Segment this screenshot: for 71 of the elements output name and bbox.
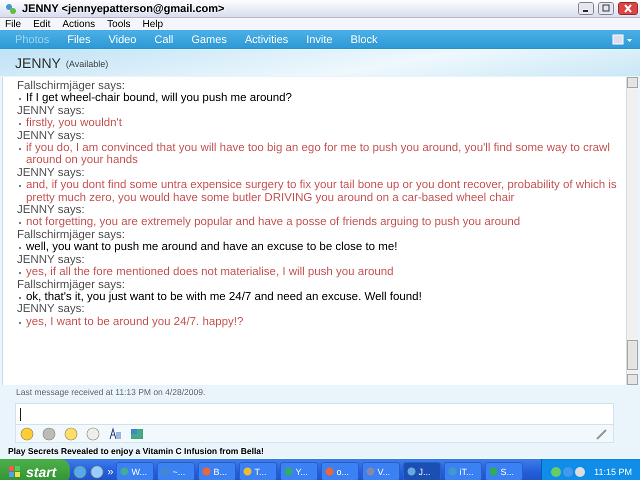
toolbar-button[interactable]: Activities <box>236 34 298 46</box>
taskbar-button[interactable]: iT... <box>444 462 482 480</box>
sender-label: JENNY says: <box>17 303 86 316</box>
sender-label: JENNY says: <box>17 166 86 180</box>
messenger-icon <box>4 2 18 16</box>
contact-name: JENNY <box>15 54 61 70</box>
message-text: not forgetting, you are extremely popular and have a posse of friends arguing to push you around <box>26 216 520 229</box>
sender-label: JENNY says: <box>17 104 86 118</box>
app-icon <box>202 467 212 476</box>
toolbar-button[interactable]: Block <box>342 34 386 46</box>
scrollbar[interactable] <box>626 77 638 385</box>
windows-logo-icon <box>8 464 22 478</box>
app-icon <box>243 467 252 476</box>
sender-label: Fallschirmjäger says: <box>17 80 126 92</box>
sender-label: JENNY says: <box>17 254 86 266</box>
sender-label: JENNY says: <box>17 204 85 216</box>
message-text: firstly, you wouldn't <box>26 117 122 130</box>
toolbar-button[interactable]: Video <box>99 34 146 46</box>
taskbar-button[interactable]: W... <box>116 462 154 480</box>
message-text: If I get wheel-chair bound, will you push me around? <box>26 92 292 105</box>
last-message-note: Last message received at 11:13 PM on 4/28/2009. <box>15 386 206 399</box>
toolbar-button[interactable]: Games <box>182 34 236 46</box>
app-icon <box>325 467 334 476</box>
font-icon[interactable] <box>108 426 122 440</box>
message-text: well, you want to push me around and have an excuse to be close to me! <box>26 241 398 254</box>
message-text: and, if you dont find some untra expensice surgery to fix your tail bone up or you dont recover, probability of which is pretty much zero, you would have some butler DRIVING you around on a car-based wheel chair <box>26 179 618 204</box>
app-icon <box>489 467 498 476</box>
app-icon <box>161 467 170 476</box>
more-button[interactable]: » <box>107 466 114 478</box>
app-icon <box>120 467 130 476</box>
sender-label: Fallschirmjäger says: <box>17 278 126 291</box>
menu-item[interactable]: Actions <box>57 18 102 30</box>
app-icon <box>407 467 416 476</box>
message-text: if you do, I am convinced that you will have too big an ego for me to push you around, you'll find some way to crawl around on your hands <box>26 142 611 167</box>
taskbar-button[interactable]: T... <box>239 462 278 480</box>
sender-label: Fallschirmjäger says: <box>17 228 126 242</box>
message-text: yes, if all the fore mentioned does not materialise, I will push you around <box>26 266 394 278</box>
menu-item[interactable]: Edit <box>28 18 58 30</box>
browser-icon[interactable] <box>73 464 88 478</box>
taskbar-button[interactable]: B... <box>198 462 236 480</box>
minimize-button[interactable] <box>578 2 594 15</box>
taskbar-button[interactable]: S... <box>485 462 524 480</box>
taskbar-button[interactable]: ~... <box>157 462 196 480</box>
message-text: yes, I want to be around you 24/7. happy!? <box>26 316 244 328</box>
clock: 11:15 PM <box>594 466 632 476</box>
app-icon <box>448 467 458 476</box>
taskbar-button[interactable]: Y... <box>280 462 318 480</box>
ad-text[interactable]: Play Secrets Revealed to enjoy a Vitamin C Infusion from Bella! <box>0 443 640 459</box>
menu-item[interactable]: Help <box>138 18 170 30</box>
pen-icon[interactable] <box>595 426 609 440</box>
app-icon <box>366 467 376 476</box>
background-icon[interactable] <box>130 426 144 440</box>
app-icon <box>284 467 294 476</box>
toolbar-button[interactable]: Files <box>58 34 100 46</box>
menu-item[interactable]: File <box>0 18 28 30</box>
display-menu-icon[interactable] <box>612 32 634 46</box>
taskbar-button[interactable]: J... <box>403 462 442 480</box>
sender-label: JENNY says: <box>17 130 86 142</box>
start-button[interactable]: start <box>0 459 70 480</box>
message-input[interactable] <box>15 403 614 425</box>
window-title: JENNY <jennyepatterson@gmail.com> <box>22 2 226 14</box>
menu-item[interactable]: Tools <box>102 18 138 30</box>
toolbar-button[interactable]: Invite <box>297 34 342 46</box>
app-icon[interactable] <box>90 464 104 478</box>
close-button[interactable] <box>618 2 638 15</box>
message-text: ok, that's it, you just want to be with me 24/7 and need an excuse. Well found! <box>26 290 422 304</box>
taskbar-button[interactable]: V... <box>362 462 400 480</box>
restore-button[interactable] <box>598 2 614 15</box>
contact-status: (Available) <box>66 59 108 69</box>
taskbar-button[interactable]: o... <box>321 462 360 480</box>
toolbar-button[interactable]: Call <box>145 34 182 46</box>
